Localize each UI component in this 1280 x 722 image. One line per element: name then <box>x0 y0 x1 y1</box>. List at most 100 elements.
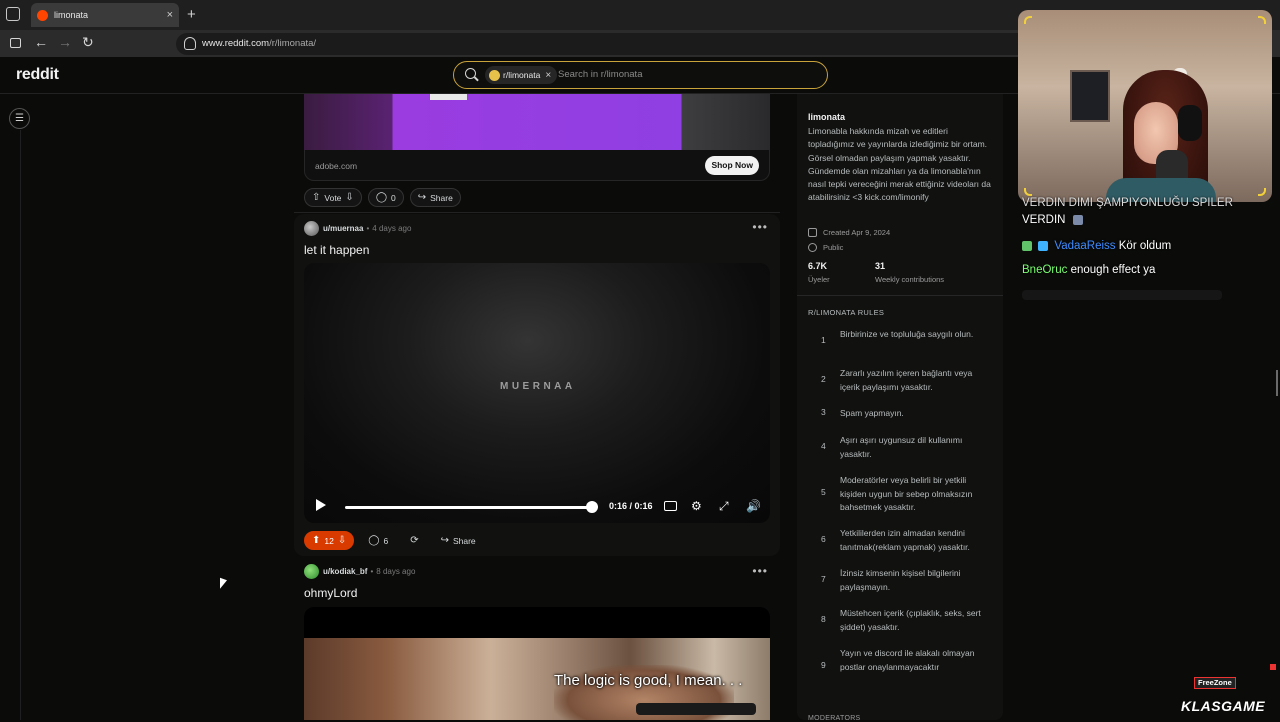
share-icon: ↪ <box>417 192 427 203</box>
crosspost-button[interactable]: ⟳ <box>402 531 426 550</box>
comment-icon: ◯ <box>368 535 380 546</box>
video-player[interactable]: The logic is good, I mean. . . <box>304 607 770 720</box>
sidebar-toggle-icon[interactable] <box>10 38 21 48</box>
more-options-icon[interactable]: ••• <box>752 220 768 234</box>
visibility-label: Public <box>823 243 844 252</box>
frame-corner-icon <box>1258 16 1266 24</box>
upvote-icon[interactable]: ⬆ <box>312 535 320 546</box>
left-nav-divider <box>20 130 21 720</box>
chip-close-icon[interactable]: × <box>545 70 551 81</box>
user-avatar[interactable] <box>304 564 319 579</box>
members-label: Üyeler <box>808 275 830 284</box>
vote-label: Vote <box>324 192 342 203</box>
user-avatar[interactable] <box>304 221 319 236</box>
search-input[interactable]: r/limonata × Search in r/limonata <box>453 61 828 89</box>
ad-domain[interactable]: adobe.com <box>315 161 357 171</box>
community-sidebar: limonata Limonabla hakkında mizah ve edi… <box>797 94 1003 722</box>
community-name: limonata <box>808 112 846 122</box>
fullscreen-icon[interactable]: ⤢ <box>719 499 729 514</box>
search-placeholder: Search in r/limonata <box>558 69 643 80</box>
meta-separator: • <box>366 224 370 233</box>
comments-button[interactable]: ◯ 6 <box>360 531 396 550</box>
rule-number: 4 <box>821 441 826 451</box>
video-frame-glasses <box>636 703 756 715</box>
feed-divider <box>294 212 780 213</box>
ad-vote-button[interactable]: ⇧ Vote ⇩ <box>304 188 362 207</box>
globe-icon <box>808 243 817 252</box>
rule-text: Yetkililerden izin almadan kendini tanıt… <box>840 528 970 552</box>
post-title[interactable]: let it happen <box>304 243 369 257</box>
rule-number: 8 <box>821 614 826 624</box>
volume-icon[interactable]: 🔊 <box>746 499 761 513</box>
klasgame-logo: KLASGAME <box>1181 698 1266 714</box>
rule-number: 3 <box>821 407 826 417</box>
video-seek-bar[interactable] <box>345 506 593 509</box>
hamburger-menu-icon[interactable]: ☰ <box>9 108 30 129</box>
site-info-icon[interactable] <box>184 37 196 50</box>
live-indicator-icon <box>1270 664 1276 670</box>
chat-text: VERDIN DIMI ŞAMPIYONLUĞU SPILER <box>1022 197 1233 209</box>
post-card[interactable]: u/kodiak_bf • 8 days ago ••• ohmyLord Th… <box>294 560 780 720</box>
ad-comments-button[interactable]: ◯ 0 <box>367 188 404 207</box>
captions-icon[interactable] <box>664 501 677 511</box>
tab-close-icon[interactable]: × <box>167 9 173 21</box>
settings-gear-icon[interactable]: ⚙ <box>691 499 702 513</box>
downvote-icon[interactable]: ⇩ <box>345 192 353 203</box>
post-title[interactable]: ohmyLord <box>304 586 357 600</box>
seek-handle[interactable] <box>586 501 598 513</box>
chat-message-faded <box>1022 290 1222 300</box>
rule-number: 9 <box>821 660 826 670</box>
post-author[interactable]: u/kodiak_bf <box>323 567 367 576</box>
new-tab-icon[interactable]: + <box>187 6 196 23</box>
cam-background-window <box>1070 70 1110 122</box>
scrollbar-thumb[interactable] <box>1276 370 1278 396</box>
address-bar[interactable]: www.reddit.com/r/limonata/ <box>176 33 1036 55</box>
post-meta: u/muernaa • 4 days ago <box>304 221 411 236</box>
webcam-overlay <box>1018 10 1272 202</box>
shop-now-button[interactable]: Shop Now <box>705 156 759 175</box>
ad-share-button[interactable]: ↪ Share <box>409 188 461 207</box>
rule-text: Moderatörler veya belirli bir yetkili ki… <box>840 475 973 512</box>
frame-corner-icon <box>1024 188 1032 196</box>
downvote-icon[interactable]: ⇩ <box>338 535 346 546</box>
chat-message: VERDIN <box>1022 214 1086 226</box>
browser-tab-limonata[interactable]: limonata × <box>31 3 179 27</box>
ad-image[interactable] <box>304 94 770 150</box>
upvote-icon[interactable]: ⇧ <box>312 192 320 203</box>
reddit-favicon-icon <box>37 9 48 21</box>
chat-text: VERDIN <box>1022 214 1066 226</box>
post-meta: u/kodiak_bf • 8 days ago <box>304 564 415 579</box>
visibility-row: Public <box>808 243 843 252</box>
rules-title: R/LIMONATA RULES <box>808 308 885 317</box>
video-player[interactable]: MUERNAA 0:16 / 0:16 ⚙ ⤢ 🔊 <box>304 263 770 523</box>
chat-username: BneOruc <box>1022 264 1068 276</box>
subreddit-search-chip[interactable]: r/limonata × <box>485 66 558 84</box>
play-icon[interactable] <box>316 499 326 511</box>
reddit-logo[interactable]: reddit <box>16 66 59 84</box>
reload-icon[interactable]: ↻ <box>82 34 94 51</box>
rule-text: Zararlı yazılım içeren bağlantı veya içe… <box>840 368 973 392</box>
video-time: 0:16 / 0:16 <box>609 501 653 511</box>
forward-icon[interactable]: → <box>58 34 72 50</box>
rule-number: 2 <box>821 374 826 384</box>
post-card[interactable]: u/muernaa • 4 days ago ••• let it happen… <box>294 214 780 556</box>
tab-title: limonata <box>54 10 89 20</box>
freezone-logo: FreeZone <box>1194 677 1236 689</box>
tab-list-icon[interactable] <box>6 7 20 21</box>
vote-button-upvoted[interactable]: ⬆ 12 ⇩ <box>304 531 355 550</box>
chat-badge-icon <box>1022 240 1032 251</box>
more-options-icon[interactable]: ••• <box>752 564 768 578</box>
post-author[interactable]: u/muernaa <box>323 224 363 233</box>
mouse-cursor-icon <box>220 577 227 592</box>
share-button[interactable]: ↪ Share <box>433 531 484 550</box>
vote-count: 12 <box>324 535 334 546</box>
rule-text: Spam yapmayın. <box>840 408 904 418</box>
crosspost-icon: ⟳ <box>410 535 419 546</box>
rule-text: İzinsiz kimsenin kişisel bilgilerini pay… <box>840 568 961 592</box>
video-watermark: MUERNAA <box>500 381 576 392</box>
chat-text: enough effect ya <box>1070 264 1156 276</box>
share-label: Share <box>430 192 453 203</box>
back-icon[interactable]: ← <box>34 34 48 50</box>
chat-message: VadaaReiss Kör oldum <box>1022 240 1171 252</box>
ad-footer: adobe.com Shop Now <box>304 150 770 181</box>
